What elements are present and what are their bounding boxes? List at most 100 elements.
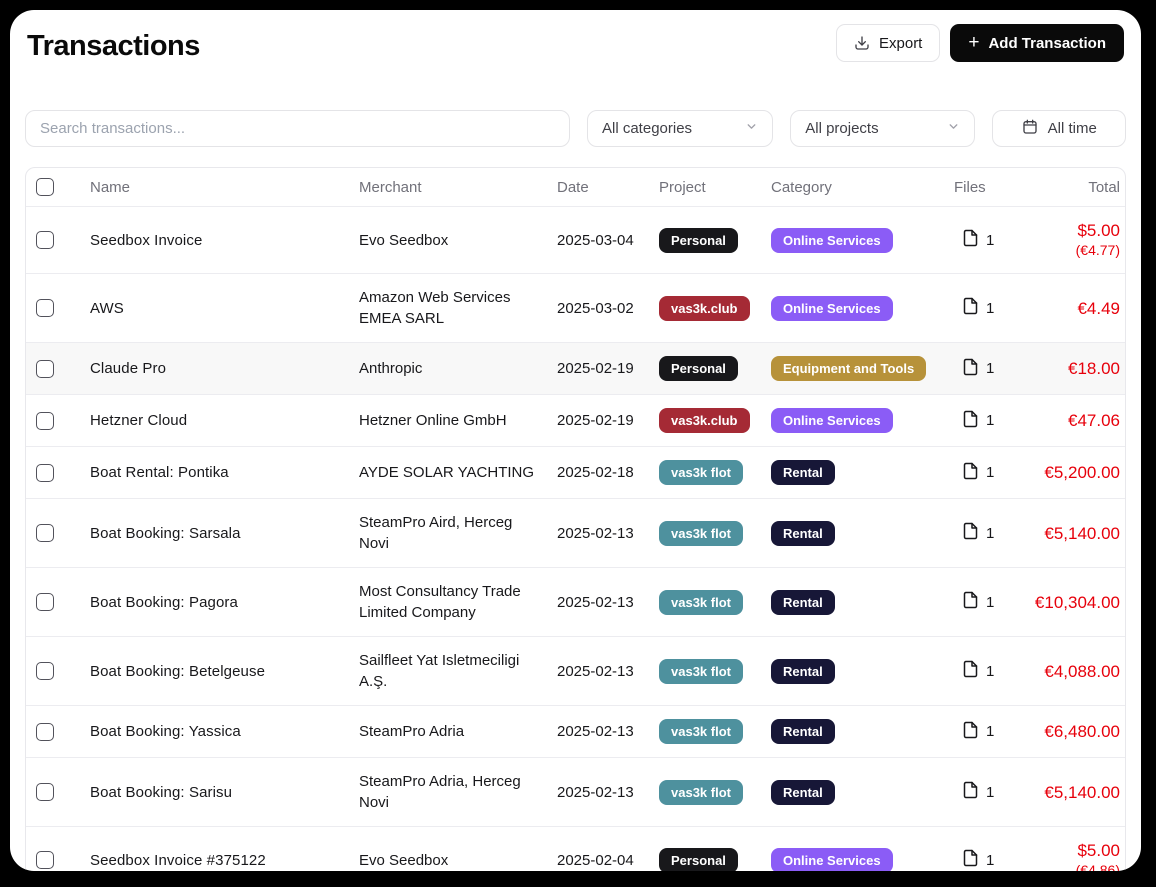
row-checkbox[interactable] [36,662,54,680]
project-badge: vas3k flot [659,659,743,684]
transaction-merchant: Anthropic [351,343,549,395]
date-range-filter[interactable]: All time [992,110,1126,147]
transaction-merchant: SteamPro Adria [351,706,549,758]
row-checkbox[interactable] [36,524,54,542]
table-row[interactable]: Boat Booking: Yassica SteamPro Adria 202… [26,706,1126,758]
row-checkbox[interactable] [36,593,54,611]
table-row[interactable]: Seedbox Invoice #375122 Evo Seedbox 2025… [26,827,1126,872]
files-count: 1 [986,360,994,377]
transactions-table: Name Merchant Date Project Category File… [25,167,1126,871]
table-row[interactable]: Hetzner Cloud Hetzner Online GmbH 2025-0… [26,395,1126,447]
project-badge: vas3k.club [659,408,750,433]
files-cell: 1 [963,721,1013,743]
files-count: 1 [986,852,994,869]
projects-select[interactable]: All projects [790,110,975,147]
row-checkbox[interactable] [36,299,54,317]
files-count: 1 [986,663,994,680]
column-header-merchant: Merchant [351,168,549,207]
project-badge: vas3k flot [659,719,743,744]
column-header-date: Date [549,168,651,207]
add-transaction-label: Add Transaction [988,35,1106,52]
transaction-total: €6,480.00 [1029,721,1120,742]
categories-select[interactable]: All categories [587,110,773,147]
project-badge: vas3k flot [659,460,743,485]
category-badge: Rental [771,780,835,805]
transaction-merchant: Hetzner Online GmbH [351,395,549,447]
transaction-date: 2025-02-19 [549,395,651,447]
project-badge: vas3k flot [659,590,743,615]
table-row[interactable]: Boat Booking: Sarisu SteamPro Adria, Her… [26,758,1126,827]
category-badge: Rental [771,460,835,485]
transaction-total: €5,140.00 [1029,523,1120,544]
column-header-files: Files [946,168,1021,207]
transaction-total: €5,200.00 [1029,462,1120,483]
transaction-total: €5,140.00 [1029,782,1120,803]
select-all-checkbox[interactable] [36,178,54,196]
add-transaction-button[interactable]: + Add Transaction [950,24,1124,62]
transaction-name: Claude Pro [82,343,351,395]
transaction-date: 2025-02-13 [549,568,651,637]
plus-icon: + [968,33,979,52]
row-checkbox[interactable] [36,412,54,430]
row-checkbox[interactable] [36,723,54,741]
transaction-date: 2025-02-19 [549,343,651,395]
file-icon [963,781,978,803]
file-icon [963,849,978,871]
transaction-date: 2025-03-04 [549,207,651,274]
search-input[interactable] [25,110,570,147]
transaction-merchant: SteamPro Adria, Herceg Novi [351,758,549,827]
table-row[interactable]: Claude Pro Anthropic 2025-02-19 Personal… [26,343,1126,395]
transaction-total: $5.00 [1029,220,1120,241]
transaction-total-converted: (€4.86) [1029,861,1120,871]
column-header-category: Category [763,168,946,207]
category-badge: Rental [771,659,835,684]
file-icon [963,358,978,380]
transaction-name: Boat Booking: Sarisu [82,758,351,827]
transaction-total: €18.00 [1029,358,1120,379]
row-checkbox[interactable] [36,783,54,801]
header-actions: Export + Add Transaction [836,24,1124,62]
transaction-date: 2025-02-13 [549,499,651,568]
column-header-total: Total [1021,168,1126,207]
table-row[interactable]: AWS Amazon Web Services EMEA SARL 2025-0… [26,274,1126,343]
table-header-row: Name Merchant Date Project Category File… [26,168,1126,207]
file-icon [963,522,978,544]
project-badge: vas3k flot [659,521,743,546]
row-checkbox[interactable] [36,851,54,869]
file-icon [963,462,978,484]
category-badge: Rental [771,719,835,744]
date-range-value: All time [1048,120,1097,137]
transaction-name: Hetzner Cloud [82,395,351,447]
calendar-icon [1022,119,1038,139]
transaction-name: Boat Rental: Pontika [82,447,351,499]
files-cell: 1 [963,660,1013,682]
transaction-date: 2025-02-18 [549,447,651,499]
transaction-date: 2025-03-02 [549,274,651,343]
transaction-total: $5.00 [1029,840,1120,861]
table-row[interactable]: Seedbox Invoice Evo Seedbox 2025-03-04 P… [26,207,1126,274]
transaction-name: Boat Booking: Pagora [82,568,351,637]
table-row[interactable]: Boat Booking: Pagora Most Consultancy Tr… [26,568,1126,637]
files-cell: 1 [963,410,1013,432]
filter-bar: All categories All projects All time [25,110,1126,147]
table-row[interactable]: Boat Booking: Betelgeuse Sailfleet Yat I… [26,637,1126,706]
files-cell: 1 [963,297,1013,319]
transaction-total: €4,088.00 [1029,661,1120,682]
categories-select-value: All categories [602,120,692,137]
category-badge: Online Services [771,848,893,872]
export-button-label: Export [879,35,922,52]
table-row[interactable]: Boat Rental: Pontika AYDE SOLAR YACHTING… [26,447,1126,499]
transaction-total: €47.06 [1029,410,1120,431]
row-checkbox[interactable] [36,360,54,378]
row-checkbox[interactable] [36,464,54,482]
files-count: 1 [986,412,994,429]
transaction-date: 2025-02-13 [549,637,651,706]
files-count: 1 [986,723,994,740]
category-badge: Rental [771,521,835,546]
download-icon [854,35,870,51]
export-button[interactable]: Export [836,24,940,62]
table-row[interactable]: Boat Booking: Sarsala SteamPro Aird, Her… [26,499,1126,568]
row-checkbox[interactable] [36,231,54,249]
transaction-merchant: Evo Seedbox [351,207,549,274]
transaction-merchant: Amazon Web Services EMEA SARL [351,274,549,343]
